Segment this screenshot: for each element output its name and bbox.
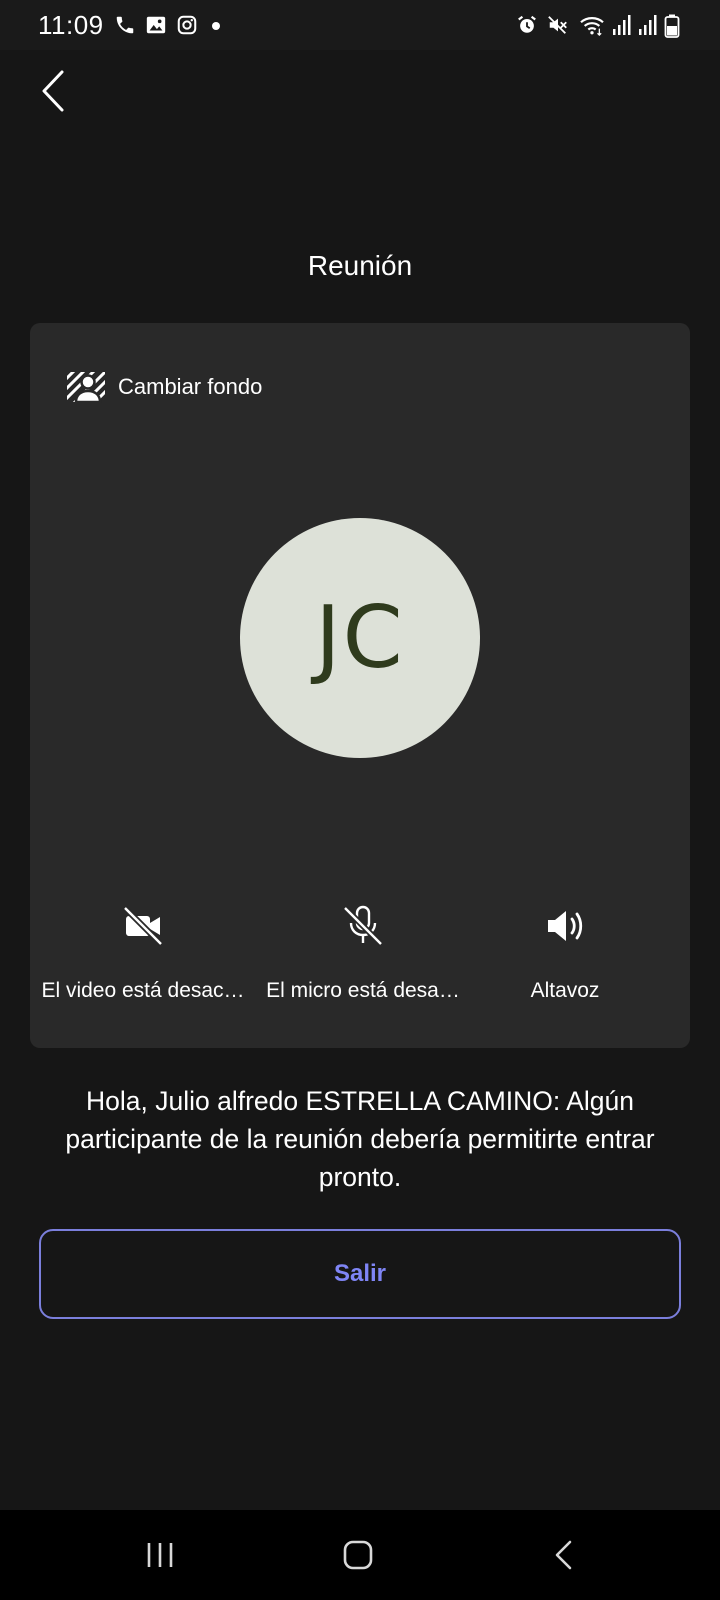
signal-icon xyxy=(613,15,631,35)
status-time: 11:09 xyxy=(38,10,104,40)
screen: 11:09 Reunión Cambiar fondo JC El video … xyxy=(0,0,720,1600)
change-background-button[interactable]: Cambiar fondo xyxy=(66,369,262,405)
avatar-initials: JC xyxy=(315,588,405,688)
avatar: JC xyxy=(240,518,480,758)
dot-icon xyxy=(212,22,220,30)
recents-icon[interactable] xyxy=(143,1538,177,1572)
mic-toggle-button[interactable]: El micro está desa… xyxy=(253,903,473,1013)
video-toggle-label: El video está desac… xyxy=(41,979,245,1002)
mic-off-icon xyxy=(342,905,384,947)
system-nav-bar xyxy=(0,1510,720,1600)
instagram-icon xyxy=(177,15,197,35)
chevron-left-icon xyxy=(42,70,64,112)
status-bar: 11:09 xyxy=(0,0,720,50)
back-icon[interactable] xyxy=(548,1538,582,1572)
home-icon[interactable] xyxy=(341,1538,375,1572)
speaker-label: Altavoz xyxy=(530,979,600,1002)
battery-icon xyxy=(664,14,680,38)
speaker-icon xyxy=(548,911,583,941)
video-toggle-button[interactable]: El video está desac… xyxy=(33,903,253,1013)
mic-toggle-label: El micro está desa… xyxy=(266,979,460,1002)
video-off-icon xyxy=(122,905,164,947)
leave-button[interactable]: Salir xyxy=(39,1229,681,1319)
lobby-message: Hola, Julio alfredo ESTRELLA CAMINO: Alg… xyxy=(65,1086,655,1192)
gallery-icon xyxy=(146,16,166,34)
leave-button-label: Salir xyxy=(333,1260,387,1287)
mute-icon xyxy=(548,16,567,34)
alarm-icon xyxy=(518,15,536,33)
change-background-label: Cambiar fondo xyxy=(118,374,263,399)
back-button[interactable] xyxy=(36,66,76,116)
page-title: Reunión xyxy=(307,250,413,281)
speaker-button[interactable]: Altavoz xyxy=(455,903,675,1013)
wifi-icon xyxy=(580,17,604,36)
signal-icon xyxy=(639,15,657,35)
phone-icon xyxy=(116,16,134,34)
background-effects-icon xyxy=(67,372,105,403)
video-preview-card: Cambiar fondo JC El video está desac… El… xyxy=(30,323,690,1048)
